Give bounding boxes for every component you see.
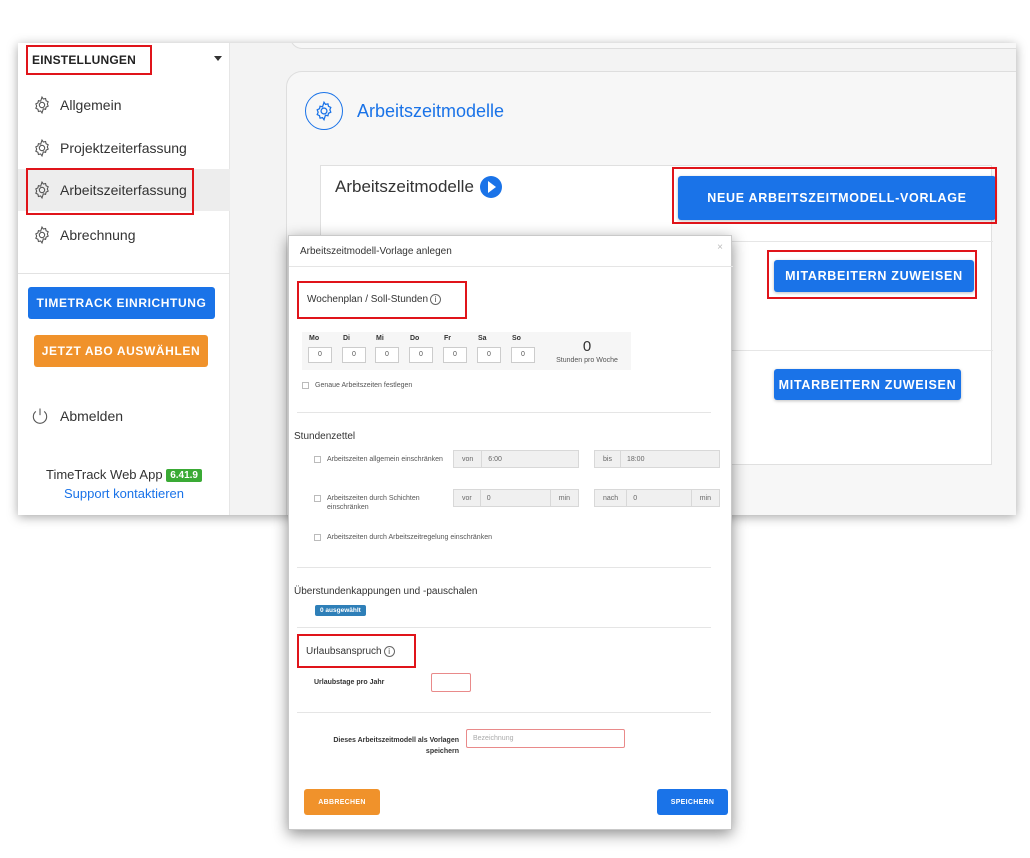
sidebar-item-label: Allgemein: [60, 97, 122, 113]
checkbox[interactable]: [314, 534, 321, 541]
restrict-rules-checkbox[interactable]: Arbeitszeiten durch Arbeitszeitregelung …: [314, 533, 492, 542]
save-as-template-label: Dieses Arbeitszeitmodell als Vorlagen sp…: [333, 737, 459, 755]
save-button[interactable]: SPEICHERN: [657, 789, 728, 815]
app-info: TimeTrack Web App 6.41.9 Support kontakt…: [18, 467, 230, 501]
highlight-box: [297, 634, 416, 668]
assign-employees-button-2[interactable]: MITARBEITERN ZUWEISEN: [774, 369, 961, 400]
to-time-input[interactable]: bis 18:00: [594, 450, 720, 468]
power-icon: [32, 408, 48, 424]
input-value: 6:00: [488, 455, 502, 463]
card-title: Arbeitszeitmodelle: [357, 100, 505, 121]
weekly-total-label: Stunden pro Woche: [556, 357, 618, 364]
exact-times-checkbox[interactable]: Genaue Arbeitszeiten festlegen: [302, 381, 412, 390]
logout-link[interactable]: Abmelden: [30, 406, 123, 426]
checkbox-label: Arbeitszeiten allgemein einschränken: [327, 456, 443, 463]
gear-icon: [35, 138, 49, 158]
input-prefix: nach: [595, 490, 628, 506]
overtime-heading: Überstundenkappungen und -pauschalen: [294, 586, 478, 597]
input-value: 0: [633, 494, 638, 502]
highlight-box: [672, 167, 997, 224]
vacation-days-input[interactable]: [431, 673, 471, 692]
weekly-total-value: 0: [582, 338, 592, 355]
day-label: Do: [410, 335, 420, 342]
day-hours-input[interactable]: 0: [477, 347, 501, 363]
checkbox[interactable]: [302, 382, 309, 389]
sidebar-item-abrechnung[interactable]: Abrechnung: [18, 215, 230, 255]
create-template-dialog: Arbeitszeitmodell-Vorlage anlegen × Woch…: [288, 235, 733, 830]
day-hours-input[interactable]: 0: [409, 347, 433, 363]
caret-down-icon: [214, 56, 222, 61]
input-prefix: von: [454, 451, 483, 467]
dialog-divider: [289, 266, 733, 267]
day-hours-input[interactable]: 0: [443, 347, 467, 363]
day-label: Mo: [309, 335, 320, 342]
day-hours-input[interactable]: 0: [511, 347, 535, 363]
support-link[interactable]: Support kontaktieren: [18, 486, 230, 501]
app-name: TimeTrack Web App: [46, 467, 163, 482]
top-bar: [290, 43, 1016, 49]
sidebar: EINSTELLUNGEN Allgemein Projektzeiterfas…: [18, 43, 230, 515]
sidebar-item-allgemein[interactable]: Allgemein: [18, 85, 230, 125]
from-time-input[interactable]: von 6:00: [453, 450, 579, 468]
sidebar-item-label: Projektzeiterfassung: [60, 140, 187, 156]
day-label: Sa: [478, 335, 487, 342]
restrict-shifts-checkbox[interactable]: Arbeitszeiten durch Schichten einschränk…: [314, 494, 444, 512]
sidebar-item-label: Abrechnung: [60, 227, 136, 243]
cancel-button[interactable]: ABBRECHEN: [304, 789, 380, 815]
section-divider: [297, 567, 711, 568]
panel-title-text: Arbeitszeitmodelle: [335, 177, 474, 196]
highlight-box: [297, 281, 467, 319]
section-divider: [297, 627, 711, 628]
highlight-box: [26, 45, 152, 75]
day-label: Di: [343, 335, 350, 342]
input-prefix: bis: [595, 451, 621, 467]
selected-count-badge[interactable]: 0 ausgewählt: [315, 605, 366, 616]
gear-icon: [35, 95, 49, 115]
highlight-box: [26, 168, 194, 215]
dialog-title: Arbeitszeitmodell-Vorlage anlegen: [300, 246, 452, 257]
input-suffix: min: [549, 490, 578, 506]
day-label: So: [512, 335, 521, 342]
sidebar-divider: [18, 273, 230, 274]
restrict-general-checkbox[interactable]: Arbeitszeiten allgemein einschränken: [314, 455, 444, 464]
template-name-input[interactable]: Bezeichnung: [466, 729, 625, 748]
card-header: Arbeitszeitmodelle: [305, 92, 504, 130]
choose-subscription-button[interactable]: JETZT ABO AUSWÄHLEN: [34, 335, 208, 367]
day-label: Fr: [444, 335, 451, 342]
input-value: 18:00: [626, 455, 645, 463]
highlight-box: [767, 250, 977, 299]
close-icon[interactable]: ×: [717, 242, 723, 253]
settings-circle: [305, 92, 343, 130]
before-shift-input[interactable]: vor 0 min: [453, 489, 579, 507]
day-hours-input[interactable]: 0: [375, 347, 399, 363]
input-suffix: min: [690, 490, 719, 506]
day-label: Mi: [376, 335, 384, 342]
after-shift-input[interactable]: nach 0 min: [594, 489, 720, 507]
checkbox[interactable]: [314, 495, 321, 502]
play-icon[interactable]: [479, 176, 502, 198]
timesheet-heading: Stundenzettel: [294, 431, 356, 442]
day-hours-input[interactable]: 0: [308, 347, 332, 363]
timetrack-setup-button[interactable]: TIMETRACK EINRICHTUNG: [28, 287, 215, 319]
checkbox-label: Arbeitszeiten durch Arbeitszeitregelung …: [327, 534, 492, 541]
checkbox-label: Arbeitszeiten durch Schichten einschränk…: [327, 495, 420, 511]
input-prefix: vor: [454, 490, 481, 506]
weekly-hours-grid: Mo 0 Di 0 Mi 0 Do 0 Fr 0 Sa 0 So 0 0 Stunden pr…: [302, 332, 631, 370]
weekly-total: 0 Stunden pro Woche: [542, 338, 632, 364]
panel-title: Arbeitszeitmodelle: [335, 176, 502, 198]
vacation-days-label: Urlaubstage pro Jahr: [314, 679, 385, 686]
logout-label: Abmelden: [60, 408, 124, 424]
gear-icon: [316, 100, 332, 122]
section-divider: [297, 412, 711, 413]
version-badge: 6.41.9: [166, 469, 202, 482]
gear-icon: [35, 225, 49, 245]
day-hours-input[interactable]: 0: [342, 347, 366, 363]
sidebar-item-projektzeiterfassung[interactable]: Projektzeiterfassung: [18, 128, 230, 168]
checkbox[interactable]: [314, 456, 321, 463]
checkbox-label: Genaue Arbeitszeiten festlegen: [315, 382, 413, 389]
section-divider: [297, 712, 711, 713]
input-value: 0: [486, 494, 491, 502]
